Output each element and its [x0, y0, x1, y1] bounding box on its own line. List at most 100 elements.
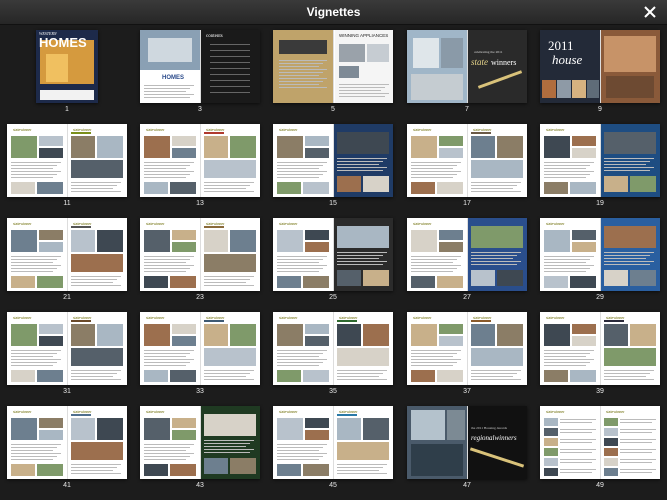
- house-photo: [544, 230, 570, 252]
- advert-photo: [363, 270, 389, 286]
- page-gutter: [467, 312, 468, 385]
- text-line: [337, 376, 379, 377]
- text-line: [144, 453, 194, 454]
- page-thumbnail[interactable]: statewinner statewinner 21: [7, 218, 127, 304]
- house-photo: [337, 418, 361, 440]
- page-thumbnail[interactable]: statewinner statewinner 13: [140, 124, 260, 210]
- text-line: [337, 473, 387, 474]
- house-photo: [37, 370, 63, 382]
- page-thumbnail[interactable]: the 2011 Housing Awards regionalwinners 47: [407, 406, 527, 492]
- house-photo: [230, 230, 256, 252]
- page-thumbnail[interactable]: statewinnerstatewinner 19: [540, 124, 660, 210]
- page-gutter: [333, 312, 334, 385]
- page-thumbnail[interactable]: statewinner statewinner 39: [540, 312, 660, 398]
- page-header-label: statewinner: [413, 127, 432, 132]
- house-photo: [11, 230, 37, 252]
- page-number: 5: [331, 106, 335, 113]
- contents-line: [210, 92, 250, 93]
- page-thumbnail[interactable]: statewinnerstatewinner 29: [540, 218, 660, 304]
- house-photo: [204, 348, 256, 366]
- house-photo: [411, 276, 435, 288]
- text-line: [71, 185, 117, 186]
- page-number: 31: [63, 388, 71, 395]
- house-photo: [172, 230, 196, 240]
- page-thumbnail[interactable]: statewinner statewinner 17: [407, 124, 527, 210]
- page-thumbnail[interactable]: WINNING APPLIANCES 5: [273, 30, 393, 116]
- page-thumbnail[interactable]: celebrating the 2011 state winners 7: [407, 30, 527, 116]
- text-line: [560, 429, 596, 430]
- page-gutter: [67, 218, 68, 291]
- page-spread: statewinnerstatewinner: [7, 406, 127, 479]
- advert-photo: [630, 176, 656, 192]
- text-line: [279, 84, 319, 85]
- page-thumbnail[interactable]: statewinner statewinner 33: [140, 312, 260, 398]
- page-thumbnail[interactable]: statewinner statewinner 41: [7, 406, 127, 492]
- page-thumbnail[interactable]: statewinner statewinner 45: [273, 406, 393, 492]
- text-line: [620, 422, 652, 423]
- page-spread: statewinnerstatewinner: [273, 124, 393, 197]
- page-thumbnail[interactable]: statewinner statewinner 31: [7, 312, 127, 398]
- close-icon[interactable]: [641, 3, 659, 21]
- house-photo: [337, 348, 389, 366]
- cover-kicker: WESTERN: [39, 31, 57, 36]
- page-number: 15: [329, 200, 337, 207]
- advert-photo: [337, 226, 389, 248]
- page-thumbnail[interactable]: statewinnerstatewinner 15: [273, 124, 393, 210]
- text-line: [279, 69, 327, 70]
- page-number: 19: [596, 200, 604, 207]
- text-line: [144, 171, 194, 172]
- text-line: [560, 449, 596, 450]
- house-photo: [572, 230, 596, 240]
- text-line: [560, 439, 596, 440]
- text-line: [204, 452, 250, 453]
- text-line: [604, 161, 650, 162]
- text-line: [411, 268, 457, 269]
- text-line: [144, 362, 190, 363]
- page-thumbnail[interactable]: contents HOMES 3: [140, 30, 260, 116]
- page-thumbnail[interactable]: 2011 house 9: [540, 30, 660, 116]
- text-line: [544, 356, 586, 357]
- page-thumbnail[interactable]: statewinner statewinner 23: [140, 218, 260, 304]
- text-line: [471, 379, 521, 380]
- text-line: [204, 376, 246, 377]
- ad-photo: [367, 44, 389, 62]
- page-thumbnail[interactable]: statewinner statewinner 35: [273, 312, 393, 398]
- page-thumbnail[interactable]: statewinner statewinner 37: [407, 312, 527, 398]
- advert-photo: [204, 458, 228, 474]
- house-photo: [172, 430, 196, 440]
- editorial-banner: [279, 40, 327, 54]
- house-photo: [144, 464, 168, 476]
- text-line: [471, 188, 513, 189]
- page-number: 37: [463, 388, 471, 395]
- house-photo: [230, 324, 256, 346]
- page-thumbnail[interactable]: statewinner statewinner 49: [540, 406, 660, 492]
- house-photo: [170, 182, 196, 194]
- page-thumbnail[interactable]: statewinnerstatewinner 43: [140, 406, 260, 492]
- page-thumbnail[interactable]: statewinnerstatewinner 25: [273, 218, 393, 304]
- text-line: [204, 373, 250, 374]
- house-photo: [303, 464, 329, 476]
- text-line: [144, 271, 186, 272]
- house-photo: [572, 242, 596, 252]
- text-line: [277, 359, 327, 360]
- text-line: [144, 94, 194, 95]
- page-thumbnail[interactable]: statewinnerstatewinner 27: [407, 218, 527, 304]
- house-photo: [471, 324, 495, 346]
- house-photo: [11, 276, 35, 288]
- page-thumbnail[interactable]: statewinner statewinner 11: [7, 124, 127, 210]
- text-line: [411, 362, 457, 363]
- advert-photo: [337, 270, 361, 286]
- text-line: [144, 256, 194, 257]
- house-photo: [144, 182, 168, 194]
- text-line: [11, 353, 57, 354]
- text-line: [471, 252, 521, 253]
- text-line: [411, 171, 461, 172]
- text-line: [560, 472, 592, 473]
- text-line: [620, 429, 656, 430]
- page-thumbnail[interactable]: HOMES WESTERN 1: [7, 30, 127, 116]
- text-line: [144, 165, 190, 166]
- house-photo: [71, 254, 123, 272]
- house-photo: [411, 136, 437, 158]
- text-line: [11, 262, 53, 263]
- page-gutter: [600, 30, 601, 103]
